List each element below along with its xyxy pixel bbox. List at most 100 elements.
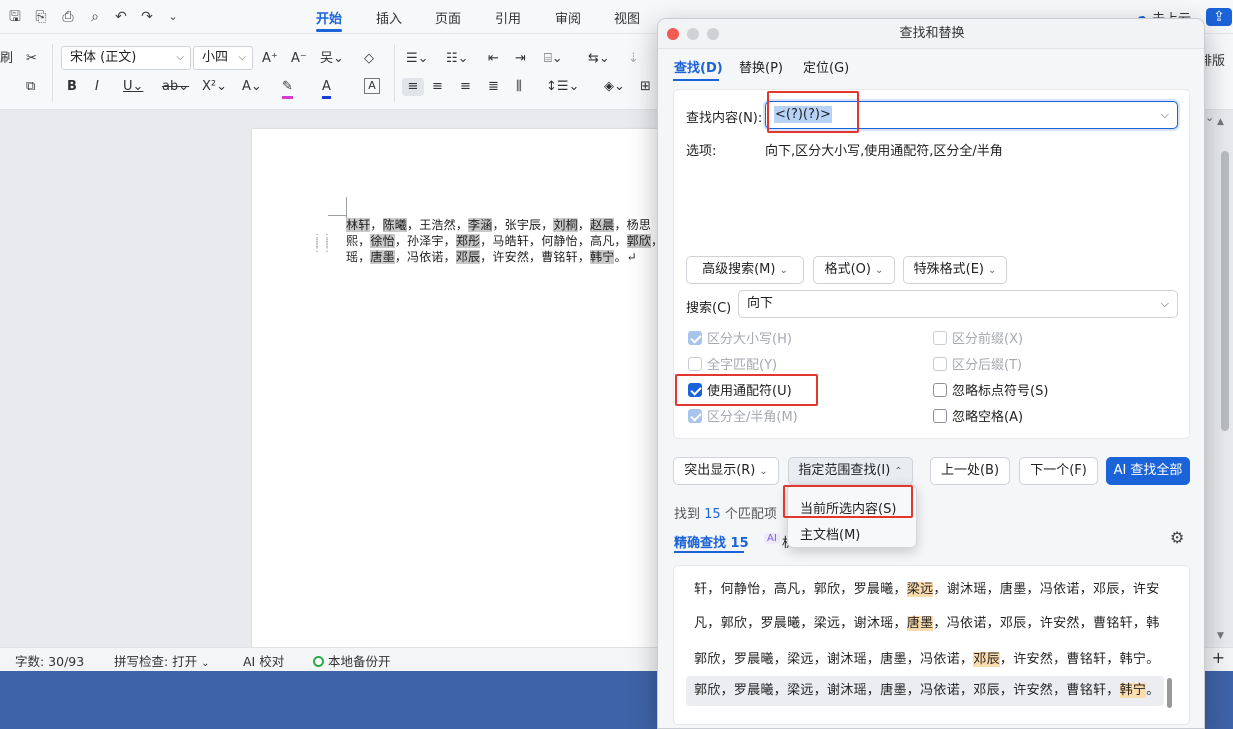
align-right-icon[interactable]: ≡: [460, 78, 471, 96]
shrink-font-icon[interactable]: A⁻: [291, 50, 307, 68]
find-next-button[interactable]: 下一个(F): [1019, 457, 1098, 485]
word-count[interactable]: 字数: 30/93: [15, 651, 84, 670]
line-spacing-icon[interactable]: ↕☰⌄: [546, 78, 579, 96]
chinese-layout-icon[interactable]: ⌸⌄: [544, 50, 563, 68]
menu-tab-review[interactable]: 审阅: [555, 8, 581, 27]
grow-font-icon[interactable]: A⁺: [262, 50, 278, 68]
ai-proofread-button[interactable]: AI 校对: [243, 651, 284, 670]
vertical-scrollbar[interactable]: [1221, 151, 1229, 431]
tab-replace[interactable]: 替换(P): [739, 57, 783, 76]
close-window-icon[interactable]: [667, 28, 679, 40]
border-icon[interactable]: ⊞: [640, 78, 651, 96]
doc-text: 。↵: [614, 250, 637, 264]
font-name-select[interactable]: 宋体 (正文) ⌵: [61, 46, 191, 70]
match-count-text: 找到 15 个匹配项: [674, 503, 777, 522]
ignore-punctuation-checkbox[interactable]: 忽略标点符号(S): [933, 383, 1048, 401]
format-button[interactable]: 格式(O) ⌄: [813, 256, 895, 284]
shading-icon[interactable]: ◈⌄: [604, 78, 625, 96]
sort-icon[interactable]: ⇣: [628, 50, 639, 68]
numbered-list-icon[interactable]: ☷⌄: [446, 50, 469, 68]
result-item[interactable]: 轩，何静怡，高凡，郭欣，罗晨曦，梁远，谢沐瑶，唐墨，冯依诺，邓辰，许安: [694, 578, 1160, 597]
strikethrough-icon[interactable]: ab⌄: [162, 78, 189, 96]
scroll-down-icon[interactable]: ▼: [1217, 631, 1227, 641]
decrease-indent-icon[interactable]: ⇤: [488, 50, 499, 68]
quick-access-more-icon[interactable]: ⌄: [164, 8, 182, 26]
match-suffix-checkbox[interactable]: 区分后缀(T): [933, 357, 1022, 375]
special-format-button[interactable]: 特殊格式(E) ⌄: [903, 256, 1007, 284]
document-page[interactable]: 林轩，陈曦，王浩然，李涵，张宇辰，刘桐，赵晨，杨思 熙，徐怡，孙泽宇，郑彤，马皓…: [252, 129, 692, 649]
increase-indent-icon[interactable]: ⇥: [515, 50, 526, 68]
distributed-align-icon[interactable]: ⫼: [516, 78, 522, 96]
cut-icon[interactable]: ✂: [26, 50, 37, 68]
text-direction-icon[interactable]: ⇆⌄: [588, 50, 610, 68]
align-left-icon[interactable]: ≡: [402, 78, 424, 96]
use-wildcards-checkbox[interactable]: 使用通配符(U): [688, 383, 792, 401]
justify-icon[interactable]: ≣: [488, 78, 499, 96]
find-what-input[interactable]: <(?)(?)> ⌵: [765, 101, 1178, 129]
tab-find[interactable]: 查找(D): [674, 57, 723, 76]
font-color-icon[interactable]: A: [322, 78, 331, 99]
phonetic-guide-icon[interactable]: 㕦⌄: [320, 50, 344, 68]
italic-icon[interactable]: I: [95, 78, 99, 96]
undo-icon[interactable]: ↶: [112, 8, 130, 26]
result-item-selected[interactable]: 郭欣，罗晨曦，梁远，谢沐瑶，唐墨，冯依诺，邓辰，许安然，曹铭轩，韩宁。: [686, 676, 1164, 706]
dialog-title-bar[interactable]: 查找和替换: [658, 19, 1204, 49]
format-painter-label[interactable]: 刷: [0, 50, 13, 68]
scroll-up-icon[interactable]: ▲: [1217, 117, 1227, 127]
underline-icon[interactable]: U⌄: [123, 78, 143, 96]
checkbox-icon: [933, 331, 947, 345]
whole-word-checkbox[interactable]: 全字匹配(Y): [688, 357, 777, 375]
redo-icon[interactable]: ↷: [138, 8, 156, 26]
bullet-list-icon[interactable]: ☰⌄: [406, 50, 429, 68]
menu-tab-page[interactable]: 页面: [435, 8, 461, 27]
match-prefix-label: 区分前缀(X): [952, 332, 1024, 347]
menu-tab-home[interactable]: 开始: [316, 8, 342, 27]
ai-find-all-button[interactable]: AI 查找全部: [1106, 457, 1190, 485]
minimize-window-icon[interactable]: [687, 28, 699, 40]
export-pdf-icon[interactable]: ⎘: [32, 8, 50, 26]
zoom-window-icon[interactable]: [707, 28, 719, 40]
menu-item-main-document[interactable]: 主文档(M): [800, 524, 860, 543]
advanced-search-button[interactable]: 高级搜索(M) ⌄: [686, 256, 804, 284]
results-scrollbar[interactable]: [1167, 678, 1172, 708]
print-icon[interactable]: ⎙: [59, 8, 77, 26]
char-border-icon[interactable]: A: [364, 78, 380, 94]
checkbox-icon: [933, 357, 947, 371]
chevron-down-icon[interactable]: ⌵: [1161, 102, 1169, 128]
gear-icon[interactable]: ⚙: [1170, 528, 1184, 547]
highlight-color-icon[interactable]: ✎: [282, 78, 293, 99]
result-item[interactable]: 凡，郭欣，罗晨曦，梁远，谢沐瑶，唐墨，冯依诺，邓辰，许安然，曹铭轩，韩: [694, 612, 1160, 631]
chevron-down-icon: ⌄: [201, 658, 210, 669]
menu-item-current-selection[interactable]: 当前所选内容(S): [800, 498, 896, 517]
result-item[interactable]: 郭欣，罗晨曦，梁远，谢沐瑶，唐墨，冯依诺，邓辰，许安然，曹铭轩，韩宁。: [694, 648, 1160, 667]
tab-goto[interactable]: 定位(G): [803, 57, 849, 76]
ribbon-collapse-icon[interactable]: ⌄: [1205, 111, 1215, 124]
save-icon[interactable]: 🖫: [6, 8, 24, 26]
bold-icon[interactable]: B: [67, 78, 77, 96]
superscript-icon[interactable]: X²⌄: [202, 78, 227, 96]
menu-tab-view[interactable]: 视图: [614, 8, 640, 27]
spell-check-toggle[interactable]: 拼写检查: 打开 ⌄: [114, 651, 210, 670]
highlighted-match: 邓辰: [455, 250, 481, 264]
ignore-space-checkbox[interactable]: 忽略空格(A): [933, 409, 1023, 427]
drag-handle-icon[interactable]: ⋮⋮⋮⋮⋮⋮: [312, 234, 332, 254]
menu-tab-references[interactable]: 引用: [495, 8, 521, 27]
highlight-all-button[interactable]: 突出显示(R) ⌄: [673, 457, 779, 485]
search-direction-select[interactable]: 向下 ⌵: [738, 290, 1178, 318]
clear-format-icon[interactable]: ◇: [364, 50, 374, 68]
copy-icon[interactable]: ⧉: [26, 78, 35, 96]
menu-tab-insert[interactable]: 插入: [376, 8, 402, 27]
print-preview-icon[interactable]: ⌕: [86, 8, 104, 26]
precise-find-tab[interactable]: 精确查找 15: [674, 532, 749, 551]
full-half-width-checkbox[interactable]: 区分全/半角(M): [688, 409, 798, 427]
match-prefix-checkbox[interactable]: 区分前缀(X): [933, 331, 1023, 349]
zoom-in-icon[interactable]: +: [1212, 648, 1225, 667]
share-icon[interactable]: ⇪: [1206, 8, 1232, 26]
find-previous-button[interactable]: 上一处(B): [930, 457, 1010, 485]
match-case-checkbox[interactable]: 区分大小写(H): [688, 331, 792, 349]
font-size-select[interactable]: 小四 ⌵: [193, 46, 253, 70]
align-center-icon[interactable]: ≡: [432, 78, 443, 96]
text-effect-icon[interactable]: A⌄: [242, 78, 262, 96]
local-backup-status[interactable]: 本地备份开: [313, 651, 391, 670]
find-in-scope-button[interactable]: 指定范围查找(I) ⌃: [788, 457, 913, 485]
